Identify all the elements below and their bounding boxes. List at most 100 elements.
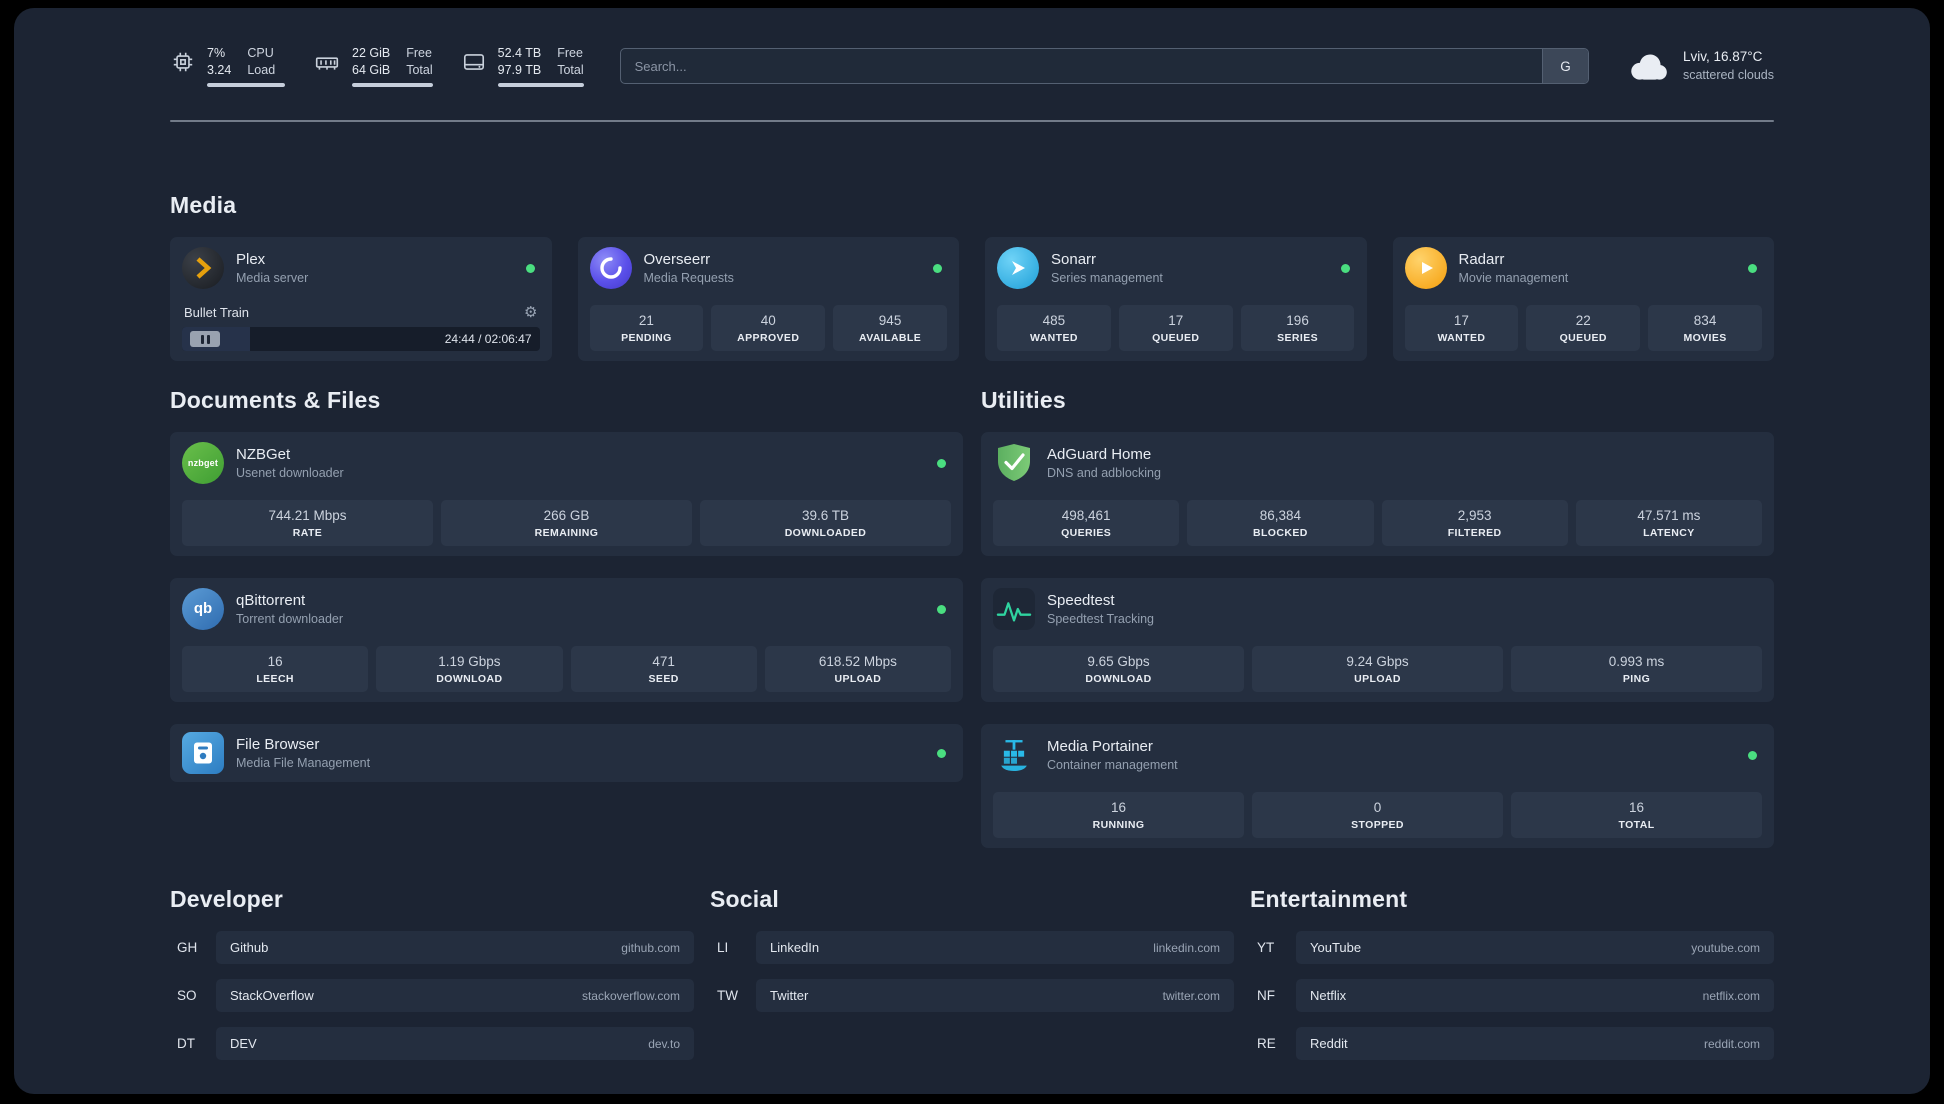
filebrowser-card[interactable]: File Browser Media File Management bbox=[170, 724, 963, 782]
disk-free-label: Free bbox=[557, 46, 583, 61]
bookmark-name: DEV bbox=[230, 1036, 257, 1051]
playback-time: 24:44 / 02:06:47 bbox=[444, 332, 532, 346]
search-bar: G bbox=[619, 48, 1589, 84]
plex-card[interactable]: Plex Media server Bullet Train ⚙ 24:44 /… bbox=[170, 237, 552, 361]
overseerr-icon bbox=[589, 247, 632, 289]
status-dot bbox=[1748, 263, 1757, 273]
bookmark-name: Github bbox=[230, 940, 269, 955]
bookmark-abbr: YT bbox=[1257, 940, 1275, 955]
bookmark-stackoverflow[interactable]: SO StackOverflow stackoverflow.com bbox=[170, 979, 694, 1012]
service-subtitle: Series management bbox=[1051, 271, 1163, 285]
service-subtitle: Media File Management bbox=[236, 756, 371, 770]
developer-section-title: Developer bbox=[170, 886, 284, 912]
nzbget-card[interactable]: nzbget NZBGet Usenet downloader 744.21 M… bbox=[170, 432, 963, 556]
sonarr-icon bbox=[997, 247, 1039, 289]
bookmark-name: YouTube bbox=[1310, 940, 1362, 955]
bookmark-abbr: GH bbox=[177, 940, 198, 955]
stat-tile: 1.19 Gbps DOWNLOAD bbox=[376, 646, 563, 692]
cloud-icon bbox=[1625, 49, 1671, 83]
stat-tile: 485 WANTED bbox=[997, 305, 1111, 351]
disk-free-value: 52.4 TB bbox=[497, 46, 542, 61]
bookmark-domain: stackoverflow.com bbox=[581, 988, 680, 1003]
header-divider bbox=[170, 120, 1774, 122]
disk-usage-bar bbox=[497, 82, 584, 87]
adguard-card[interactable]: AdGuard Home DNS and adblocking 498,461 … bbox=[981, 432, 1774, 556]
service-name: File Browser bbox=[236, 736, 320, 753]
nzbget-icon: nzbget bbox=[182, 442, 224, 484]
bookmark-netflix[interactable]: NF Netflix netflix.com bbox=[1250, 979, 1774, 1012]
cpu-usage-label: CPU bbox=[247, 46, 274, 61]
stat-tile: 834 MOVIES bbox=[1648, 305, 1762, 351]
cpu-load-value: 3.24 bbox=[207, 62, 232, 77]
service-name: Overseerr bbox=[643, 251, 711, 268]
status-dot bbox=[937, 748, 946, 758]
utilities-section-title: Utilities bbox=[981, 387, 1066, 413]
cpu-load-label: Load bbox=[247, 62, 276, 77]
cpu-usage-bar bbox=[207, 82, 285, 87]
bookmark-abbr: TW bbox=[717, 988, 738, 1003]
service-subtitle: Container management bbox=[1047, 758, 1178, 772]
speedtest-card[interactable]: Speedtest Speedtest Tracking 9.65 Gbps D… bbox=[981, 578, 1774, 702]
bookmark-name: Netflix bbox=[1310, 988, 1347, 1003]
stat-tile: 47.571 ms LATENCY bbox=[1575, 500, 1762, 546]
overseerr-card[interactable]: Overseerr Media Requests 21 PENDING 40 A… bbox=[577, 237, 959, 361]
dashboard: 7% 3.24 CPU Load 22 GiB 64 GiB Free Tota… bbox=[14, 8, 1930, 1094]
weather-widget: Lviv, 16.87°C scattered clouds bbox=[1625, 48, 1774, 83]
status-dot bbox=[525, 263, 535, 273]
bookmark-name: StackOverflow bbox=[230, 988, 314, 1003]
resource-widgets: 7% 3.24 CPU Load 22 GiB 64 GiB Free Tota… bbox=[170, 45, 584, 87]
bookmark-twitter[interactable]: TW Twitter twitter.com bbox=[710, 979, 1234, 1012]
memory-total-label: Total bbox=[406, 62, 433, 77]
radarr-icon bbox=[1404, 247, 1447, 289]
bookmark-domain: github.com bbox=[621, 940, 680, 955]
bookmark-dev[interactable]: DT DEV dev.to bbox=[170, 1027, 694, 1060]
section-social: Social LI LinkedIn linkedin.com TW Twitt… bbox=[710, 886, 1234, 1060]
pause-button[interactable] bbox=[190, 331, 220, 347]
stat-tile: 266 GB REMAINING bbox=[441, 500, 692, 546]
bookmark-domain: reddit.com bbox=[1703, 1036, 1760, 1051]
sonarr-card[interactable]: Sonarr Series management 485 WANTED 17 Q… bbox=[985, 237, 1367, 361]
status-dot bbox=[933, 263, 942, 273]
stat-tile: 9.65 Gbps DOWNLOAD bbox=[993, 646, 1244, 692]
bookmark-name: LinkedIn bbox=[770, 940, 820, 955]
gear-icon[interactable]: ⚙ bbox=[524, 305, 537, 320]
service-name: AdGuard Home bbox=[1047, 446, 1152, 463]
status-dot bbox=[1748, 750, 1757, 760]
service-subtitle: DNS and adblocking bbox=[1047, 466, 1161, 480]
bookmark-reddit[interactable]: RE Reddit reddit.com bbox=[1250, 1027, 1774, 1060]
playback-progress-bar[interactable]: 24:44 / 02:06:47 bbox=[182, 327, 540, 351]
stat-tile: 196 SERIES bbox=[1240, 305, 1355, 351]
cpu-icon bbox=[170, 49, 196, 75]
documents-section-title: Documents & Files bbox=[170, 387, 381, 413]
plex-icon bbox=[182, 247, 224, 289]
portainer-icon bbox=[993, 734, 1035, 776]
bookmark-youtube[interactable]: YT YouTube youtube.com bbox=[1250, 931, 1774, 964]
now-playing-title: Bullet Train bbox=[184, 305, 250, 320]
stat-tile: 22 QUEUED bbox=[1526, 305, 1641, 351]
bookmark-github[interactable]: GH Github github.com bbox=[170, 931, 694, 964]
service-name: Radarr bbox=[1458, 251, 1505, 268]
search-input[interactable] bbox=[620, 49, 1542, 83]
bookmark-linkedin[interactable]: LI LinkedIn linkedin.com bbox=[710, 931, 1234, 964]
memory-total-value: 64 GiB bbox=[352, 62, 391, 77]
qbittorrent-card[interactable]: qb qBittorrent Torrent downloader 16 LEE… bbox=[170, 578, 963, 702]
cpu-usage-value: 7% bbox=[207, 46, 226, 61]
stat-tile: 0 STOPPED bbox=[1252, 792, 1503, 838]
disk-total-value: 97.9 TB bbox=[497, 62, 542, 77]
filebrowser-icon bbox=[182, 732, 224, 774]
section-documents: Documents & Files nzbget NZBGet Usenet d… bbox=[170, 387, 963, 848]
radarr-card[interactable]: Radarr Movie management 17 WANTED 22 QUE… bbox=[1392, 237, 1774, 361]
status-dot bbox=[937, 604, 946, 614]
service-name: Media Portainer bbox=[1047, 738, 1153, 755]
bookmark-abbr: RE bbox=[1257, 1036, 1276, 1051]
search-provider-button[interactable]: G bbox=[1541, 49, 1588, 83]
portainer-card[interactable]: Media Portainer Container management 16 … bbox=[981, 724, 1774, 848]
stat-tile: 945 AVAILABLE bbox=[833, 305, 947, 351]
stat-tile: 17 QUEUED bbox=[1118, 305, 1233, 351]
media-section-title: Media bbox=[170, 192, 237, 218]
weather-condition: scattered clouds bbox=[1682, 67, 1774, 82]
service-subtitle: Speedtest Tracking bbox=[1047, 612, 1155, 626]
section-media: Media Plex Media server Bullet Train ⚙ 2… bbox=[170, 192, 1774, 361]
bookmark-domain: twitter.com bbox=[1162, 988, 1220, 1003]
stat-tile: 40 APPROVED bbox=[711, 305, 826, 351]
